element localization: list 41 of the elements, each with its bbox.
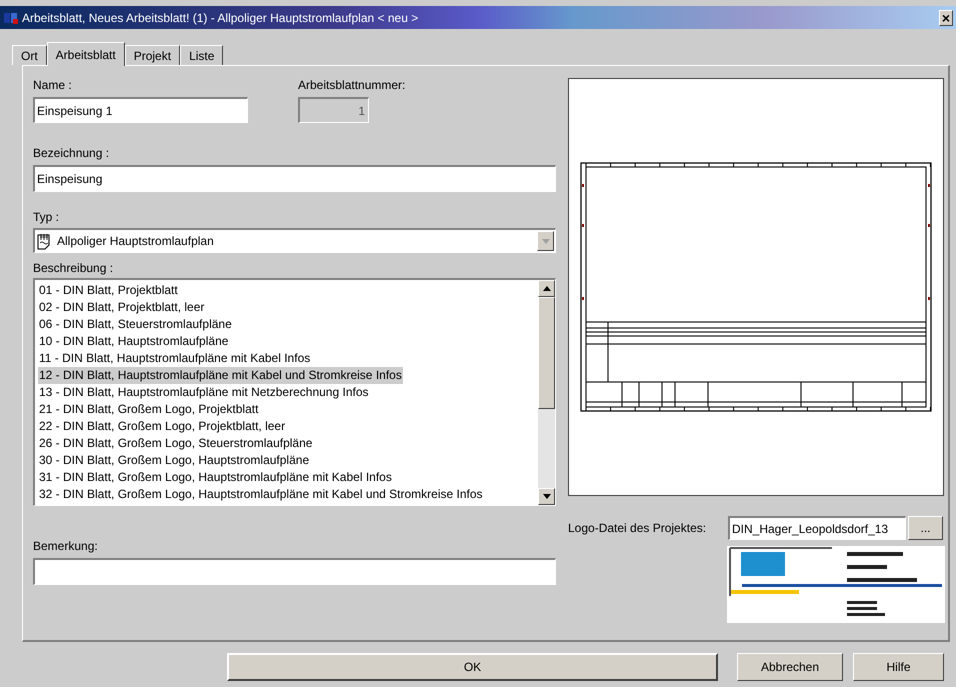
list-item[interactable]: 32 - DIN Blatt, Großem Logo, Hauptstromlaufpläne mit Kabel und Stromkreise Infos <box>38 486 484 503</box>
field-label: Arbeitsblattnummer: <box>298 78 406 92</box>
list-item[interactable]: 26 - DIN Blatt, Großem Logo, Steuerstromlaufpläne <box>38 435 314 452</box>
field-label: Name : <box>33 78 73 92</box>
field-label: Beschreibung : <box>33 261 114 275</box>
field-label: Bezeichnung : <box>33 146 110 160</box>
scroll-up-icon[interactable] <box>542 286 550 291</box>
scroll-down-icon[interactable] <box>542 494 550 499</box>
name-input[interactable]: Einspeisung 1 <box>33 97 248 123</box>
list-item[interactable]: 11 - DIN Blatt, Hauptstromlaufpläne mit Kabel Infos <box>38 350 312 367</box>
type-value: Allpoliger Hauptstromlaufplan <box>57 233 214 250</box>
type-dropdown[interactable]: Allpoliger Hauptstromlaufplan <box>33 228 556 253</box>
list-item[interactable]: 10 - DIN Blatt, Hauptstromlaufpläne <box>38 333 230 350</box>
list-item[interactable]: 01 - DIN Blatt, Projektblatt <box>38 282 179 299</box>
browse-button[interactable]: ... <box>908 516 943 540</box>
list-item[interactable]: 31 - DIN Blatt, Großem Logo, Hauptstromlaufpläne mit Kabel Infos <box>38 469 393 486</box>
logo-file-label: Logo-Datei des Projektes: <box>568 520 708 537</box>
tab[interactable]: Arbeitsblatt <box>46 42 125 66</box>
list-item[interactable]: 30 - DIN Blatt, Großem Logo, Hauptstromlaufpläne <box>38 452 310 469</box>
list-item[interactable]: 21 - DIN Blatt, Großem Logo, Projektblatt <box>38 401 260 418</box>
list-item[interactable]: 12 - DIN Blatt, Hauptstromlaufpläne mit Kabel und Stromkreise Infos <box>38 367 403 384</box>
book-icon <box>3 10 19 24</box>
scrollbar-thumb[interactable] <box>538 297 555 409</box>
tab[interactable]: Liste <box>180 45 224 65</box>
dialog-button[interactable]: Hilfe <box>853 653 944 681</box>
dialog-button[interactable]: OK <box>227 653 718 681</box>
dialog-button[interactable]: Abbrechen <box>737 653 843 681</box>
tab[interactable]: Projekt <box>124 45 180 65</box>
list-item[interactable]: 13 - DIN Blatt, Hauptstromlaufpläne mit Netzberechnung Infos <box>38 384 370 401</box>
scrollbar[interactable] <box>538 280 555 505</box>
close-button[interactable]: × <box>939 10 953 26</box>
field-label: Typ : <box>33 210 60 224</box>
remark-input[interactable] <box>33 558 556 585</box>
window-title: Arbeitsblatt, Neues Arbeitsblatt! (1) - Allpoliger Hauptstromlaufplan < neu > <box>22 10 418 26</box>
tab[interactable]: Ort <box>12 45 47 65</box>
designation-input[interactable]: Einspeisung <box>33 165 556 192</box>
list-item[interactable]: 02 - DIN Blatt, Projektblatt, leer <box>38 299 206 316</box>
logo-file-input[interactable]: DIN_Hager_Leopoldsdorf_13 <box>728 516 906 540</box>
list-item[interactable]: 22 - DIN Blatt, Großem Logo, Projektblatt, leer <box>38 418 286 435</box>
list-item[interactable]: 06 - DIN Blatt, Steuerstromlaufpläne <box>38 316 233 333</box>
field-label: Bemerkung: <box>33 539 99 553</box>
